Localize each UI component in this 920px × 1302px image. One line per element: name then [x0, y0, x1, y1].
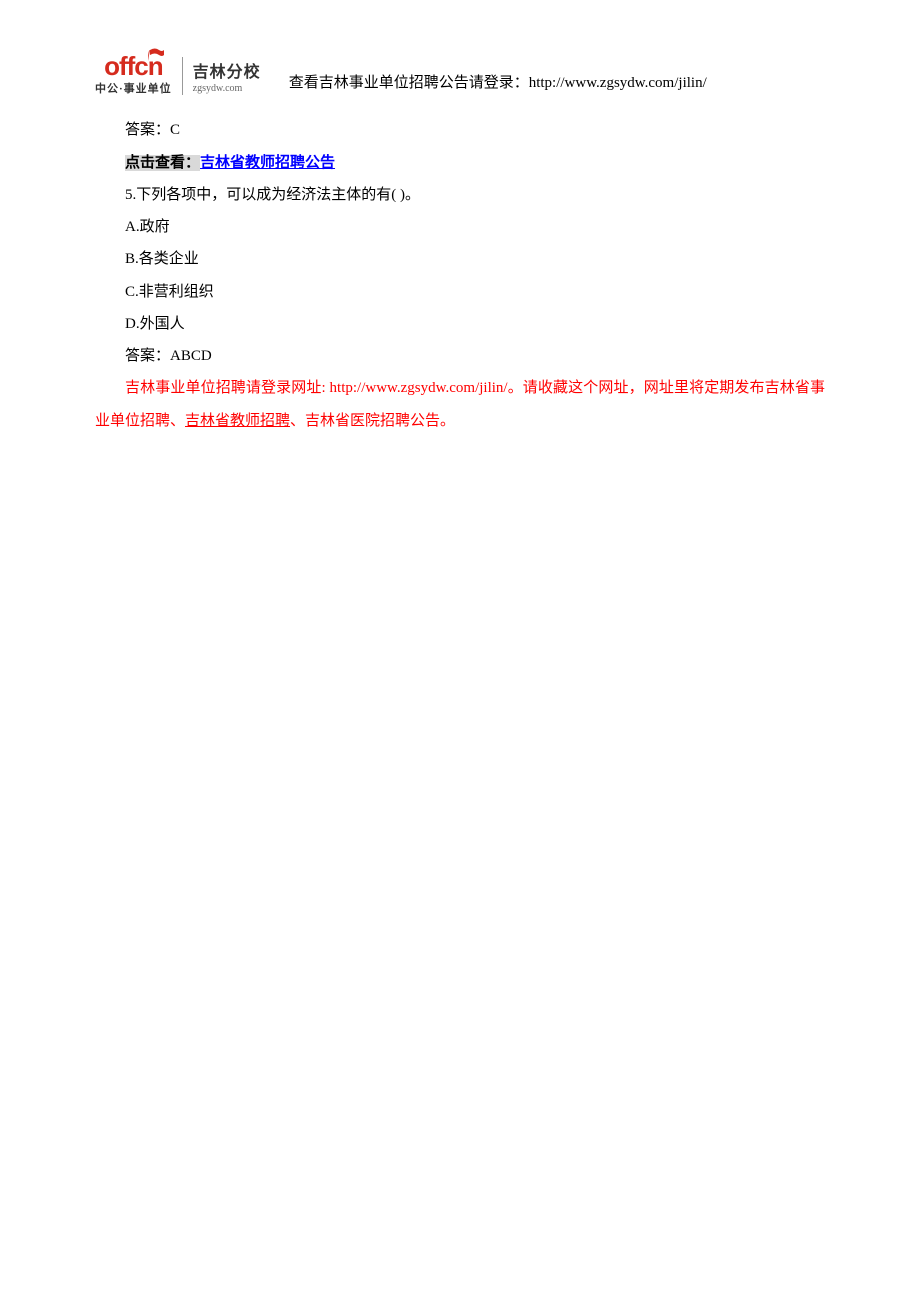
footer-link[interactable]: 吉林省教师招聘 — [185, 413, 290, 429]
logo-right: 吉林分校 zgsydw.com — [193, 58, 261, 94]
document-content: 答案：C 点击查看：吉林省教师招聘公告 5.下列各项中，可以成为经济法主体的有(… — [0, 96, 920, 437]
footer-text-3: 、吉林省医院招聘公告。 — [290, 413, 455, 429]
footer-paragraph: 吉林事业单位招聘请登录网址: http://www.zgsydw.com/jil… — [95, 372, 825, 437]
document-header: offcn 中公·事业单位 吉林分校 zgsydw.com 查看吉林事业单位招聘… — [0, 0, 920, 96]
logo-block: offcn 中公·事业单位 吉林分校 zgsydw.com — [95, 55, 261, 96]
logo-divider — [182, 57, 183, 95]
answer-5: 答案：ABCD — [95, 340, 825, 372]
flag-icon — [147, 48, 165, 62]
header-note: 查看吉林事业单位招聘公告请登录：http://www.zgsydw.com/ji… — [289, 71, 707, 96]
option-c: C.非营利组织 — [95, 276, 825, 308]
option-a: A.政府 — [95, 211, 825, 243]
logo-sub-text: 中公·事业单位 — [95, 80, 172, 96]
option-b: B.各类企业 — [95, 243, 825, 275]
logo-main-text: offcn — [104, 55, 163, 78]
teacher-recruit-link[interactable]: 吉林省教师招聘公告 — [200, 155, 335, 171]
option-d: D.外国人 — [95, 308, 825, 340]
branch-text: 吉林分校 — [193, 58, 261, 82]
domain-text: zgsydw.com — [193, 83, 243, 94]
click-view-line: 点击查看：吉林省教师招聘公告 — [95, 147, 825, 179]
question-5: 5.下列各项中，可以成为经济法主体的有( )。 — [95, 179, 825, 211]
click-prompt: 点击查看： — [125, 155, 200, 171]
answer-4: 答案：C — [95, 114, 825, 146]
logo-left: offcn 中公·事业单位 — [95, 55, 172, 96]
